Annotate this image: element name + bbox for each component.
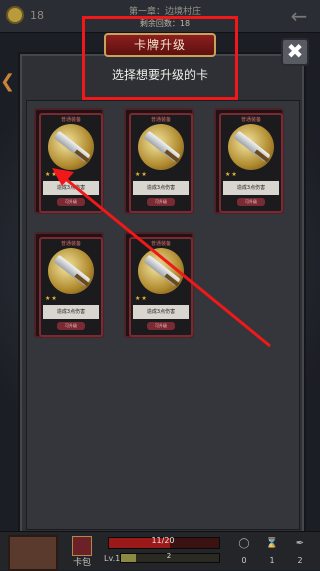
feather-icon: ✒ — [295, 538, 305, 549]
annotation-arrow-line — [61, 174, 271, 348]
deck-icon — [72, 536, 92, 556]
shield-value: 0 — [241, 556, 247, 565]
feather-value: 2 — [297, 556, 303, 565]
hero-portrait[interactable] — [8, 535, 58, 571]
level-label: Lv.1 — [104, 554, 121, 563]
hourglass-value: 1 — [269, 556, 275, 565]
hp-text: 11/20 — [151, 536, 175, 545]
deck-label: 卡包 — [72, 558, 91, 568]
deck-button[interactable]: 卡包 — [68, 536, 96, 568]
shield-icon: ◯ — [238, 538, 250, 549]
annotation-arrow — [52, 168, 271, 348]
hourglass-icon: ⌛ — [265, 538, 279, 549]
xp-text: 2 — [166, 552, 172, 560]
